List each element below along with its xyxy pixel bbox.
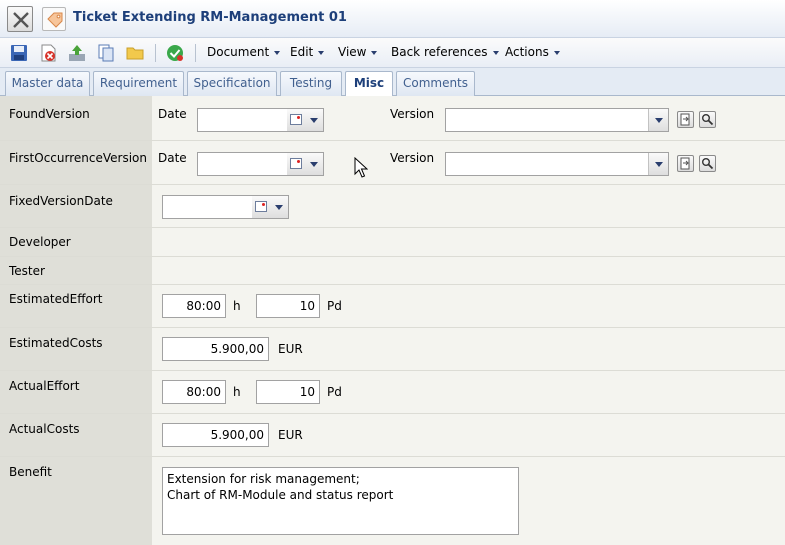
check-icon[interactable] — [165, 43, 185, 63]
menu-view[interactable]: View — [338, 45, 378, 59]
toolbar-separator — [195, 44, 196, 62]
estimated-costs-unit: EUR — [278, 342, 303, 356]
tab-bar: Master data Requirement Specification Te… — [0, 68, 785, 97]
row-fixed-version-date: FixedVersionDate — [0, 185, 785, 228]
benefit-line: Chart of RM-Module and status report — [167, 488, 394, 502]
fixed-version-date-label: FixedVersionDate — [9, 194, 113, 208]
estimated-effort-hours-input[interactable]: 80:00 — [162, 294, 226, 318]
link-icon[interactable] — [677, 111, 694, 128]
folder-icon[interactable] — [125, 43, 145, 63]
estimated-effort-days-input[interactable]: 10 — [256, 294, 320, 318]
first-occurrence-version-select[interactable] — [445, 152, 669, 176]
tab-requirement[interactable]: Requirement — [93, 71, 184, 96]
actual-costs-label: ActualCosts — [9, 422, 80, 436]
menu-back-references[interactable]: Back references — [391, 45, 499, 59]
row-benefit: Benefit Extension for risk management; C… — [0, 457, 785, 545]
actual-effort-days-unit: Pd — [327, 385, 342, 399]
found-version-date-label: Date — [158, 107, 187, 121]
menu-actions[interactable]: Actions — [505, 45, 560, 59]
first-occurrence-date-input[interactable] — [197, 152, 288, 176]
first-occurrence-version-sublabel: Version — [390, 151, 435, 165]
tab-comments[interactable]: Comments — [396, 71, 475, 96]
tab-master-data[interactable]: Master data — [5, 71, 90, 96]
chevron-down-icon[interactable] — [648, 153, 668, 175]
toolbar: Document Edit View Back references Actio… — [0, 38, 785, 68]
found-version-version-label: Version — [390, 107, 435, 121]
found-version-label: FoundVersion — [9, 107, 90, 121]
search-icon[interactable] — [699, 155, 716, 172]
window-title: Ticket Extending RM-Management 01 — [73, 10, 347, 25]
title-bar: Ticket Extending RM-Management 01 — [0, 0, 785, 38]
fixed-version-date-input[interactable] — [162, 195, 253, 219]
estimated-effort-hours-unit: h — [233, 299, 241, 313]
row-developer: Developer — [0, 228, 785, 257]
estimated-effort-label: EstimatedEffort — [9, 292, 103, 306]
found-version-date-input[interactable] — [197, 108, 288, 132]
tester-label: Tester — [9, 264, 45, 278]
toolbar-separator — [155, 44, 156, 62]
actual-costs-unit: EUR — [278, 428, 303, 442]
benefit-textarea[interactable]: Extension for risk management; Chart of … — [162, 467, 519, 535]
tag-icon — [42, 7, 66, 31]
link-icon[interactable] — [677, 155, 694, 172]
row-first-occurrence-version: FirstOccurrenceVersion Date Version — [0, 141, 785, 185]
search-icon[interactable] — [699, 111, 716, 128]
actual-effort-days-input[interactable]: 10 — [256, 380, 320, 404]
benefit-label: Benefit — [9, 465, 52, 479]
first-occurrence-date-label: Date — [158, 151, 187, 165]
row-estimated-costs: EstimatedCosts 5.900,00 EUR — [0, 328, 785, 371]
row-actual-effort: ActualEffort 80:00 h 10 Pd — [0, 371, 785, 414]
estimated-effort-days-unit: Pd — [327, 299, 342, 313]
tab-testing[interactable]: Testing — [280, 71, 342, 96]
developer-label: Developer — [9, 235, 71, 249]
estimated-costs-label: EstimatedCosts — [9, 336, 103, 350]
tab-misc[interactable]: Misc — [345, 71, 393, 97]
row-found-version: FoundVersion Date Version — [0, 96, 785, 141]
actual-costs-input[interactable]: 5.900,00 — [162, 423, 269, 447]
chevron-down-icon[interactable] — [648, 109, 668, 131]
tab-specification[interactable]: Specification — [187, 71, 277, 96]
actual-effort-label: ActualEffort — [9, 379, 80, 393]
found-version-version-select[interactable] — [445, 108, 669, 132]
misc-form: FoundVersion Date Version FirstOccurrenc… — [0, 96, 785, 545]
close-icon[interactable] — [7, 6, 33, 32]
actual-effort-hours-input[interactable]: 80:00 — [162, 380, 226, 404]
first-occurrence-version-label: FirstOccurrenceVersion — [9, 151, 147, 165]
found-version-calendar-icon[interactable] — [287, 108, 324, 132]
row-estimated-effort: EstimatedEffort 80:00 h 10 Pd — [0, 285, 785, 328]
mouse-cursor-icon — [354, 157, 368, 178]
actual-effort-hours-unit: h — [233, 385, 241, 399]
row-tester: Tester — [0, 257, 785, 285]
delete-icon[interactable] — [38, 43, 58, 63]
copy-icon[interactable] — [96, 43, 116, 63]
menu-edit[interactable]: Edit — [290, 45, 325, 59]
menu-document[interactable]: Document — [207, 45, 281, 59]
fixed-version-calendar-icon[interactable] — [252, 195, 289, 219]
save-icon[interactable] — [9, 43, 29, 63]
benefit-line: Extension for risk management; — [167, 472, 360, 486]
estimated-costs-input[interactable]: 5.900,00 — [162, 337, 269, 361]
upload-icon[interactable] — [67, 43, 87, 63]
row-actual-costs: ActualCosts 5.900,00 EUR — [0, 414, 785, 457]
first-occurrence-calendar-icon[interactable] — [287, 152, 324, 176]
